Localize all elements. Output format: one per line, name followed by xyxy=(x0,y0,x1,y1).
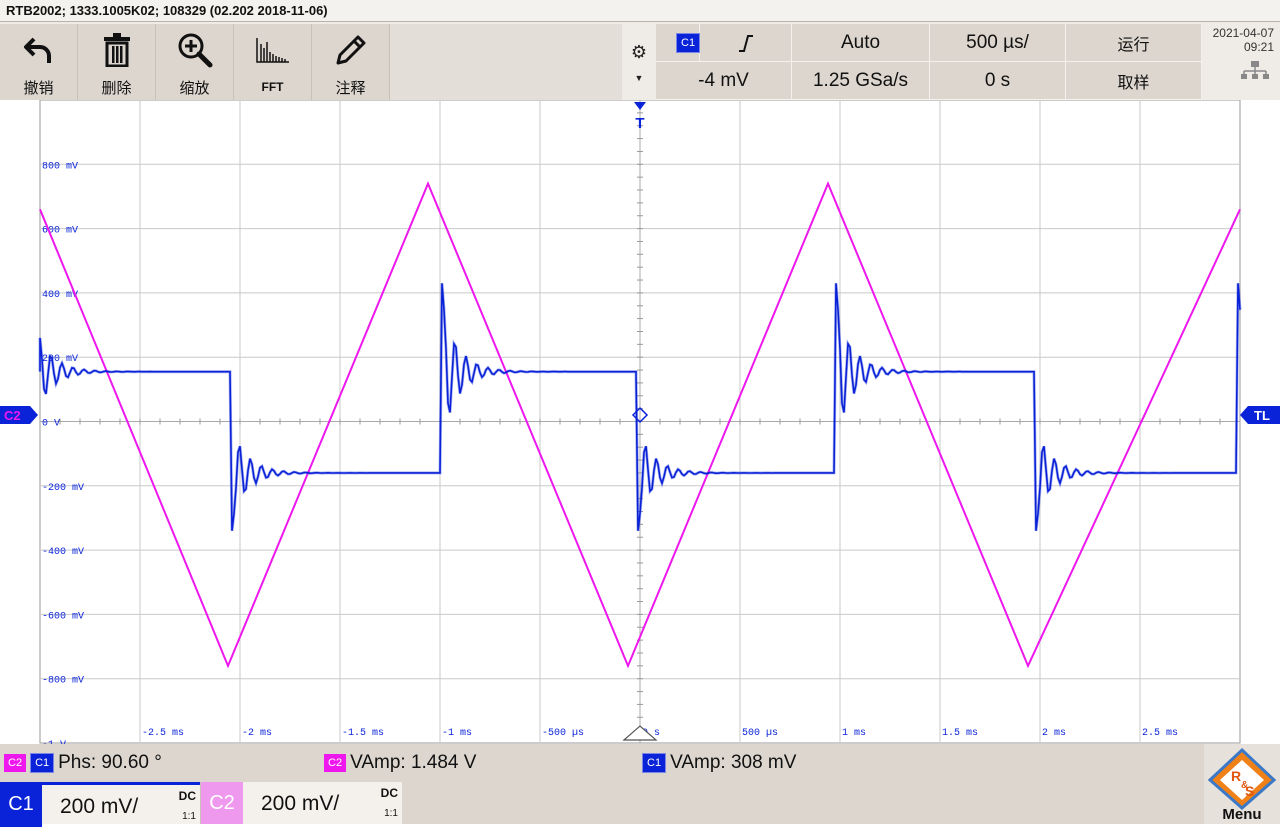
y-tick-label: -800 mV xyxy=(42,676,84,687)
chevron-down-icon: ▼ xyxy=(634,72,644,83)
meas-value: Phs: 90.60 ° xyxy=(58,752,162,773)
rising-edge-icon xyxy=(738,34,753,52)
y-tick-label: -200 mV xyxy=(42,483,84,494)
x-tick-label: -2 ms xyxy=(242,728,272,739)
channel-name: C2 xyxy=(201,782,243,824)
channel-coupling: DC xyxy=(178,789,196,803)
x-tick-label: -2.5 ms xyxy=(142,728,184,739)
meas-value: VAmp: 308 mV xyxy=(670,752,797,773)
y-tick-label: 0 V xyxy=(42,419,60,430)
channel-bar-empty xyxy=(402,782,1204,824)
x-tick-label: 500 µs xyxy=(742,728,778,739)
trigger-slope-cell[interactable] xyxy=(700,24,792,62)
svg-text:R: R xyxy=(1231,768,1241,784)
x-tick-label: 1.5 ms xyxy=(942,728,978,739)
meas-channel-badge: C1 xyxy=(642,753,667,773)
x-tick-label: -500 µs xyxy=(542,728,584,739)
delete-button[interactable]: 删除 xyxy=(78,24,156,100)
date-time: 2021-04-07 09:21 xyxy=(1202,24,1280,100)
svg-text:S: S xyxy=(1245,783,1254,799)
trigger-source-cell[interactable]: C1 xyxy=(656,24,701,62)
svg-text:T: T xyxy=(635,115,644,132)
toolbar-spacer xyxy=(390,24,622,100)
svg-text:TL: TL xyxy=(1254,408,1270,423)
y-tick-label: 400 mV xyxy=(42,290,78,301)
fft-button[interactable]: FFT xyxy=(234,24,312,100)
c1-vamp-measurement[interactable]: C1 VAmp: 308 mV xyxy=(642,752,796,774)
phase-measurement[interactable]: C2 C1 Phs: 90.60 ° xyxy=(4,752,162,774)
channel-bar: C1 200 mV/ DC 1:1 C2 200 mV/ DC 1:1 xyxy=(0,782,1280,827)
y-tick-label: 800 mV xyxy=(42,161,78,172)
trash-icon xyxy=(78,30,155,70)
trigger-mode[interactable]: Auto xyxy=(792,24,930,62)
y-tick-label: -400 mV xyxy=(42,547,84,558)
channel-c2-button[interactable]: C2 200 mV/ DC 1:1 xyxy=(200,782,402,824)
acquisition-mode[interactable]: 取样 xyxy=(1066,62,1202,100)
channel-offset-marker[interactable]: C2 xyxy=(0,406,38,424)
undo-label: 撤销 xyxy=(23,80,54,97)
timebase[interactable]: 500 µs/ xyxy=(930,24,1066,62)
zoom-label: 缩放 xyxy=(179,80,210,97)
trigger-level-marker[interactable]: TL xyxy=(1240,406,1280,424)
undo-button[interactable]: 撤销 xyxy=(0,24,78,100)
network-icon xyxy=(1241,61,1269,79)
x-tick-label: 1 ms xyxy=(842,728,866,739)
meas-channel-badge: C2 xyxy=(324,754,347,772)
zoom-icon xyxy=(156,30,233,70)
annotate-label: 注释 xyxy=(335,80,366,97)
undo-icon xyxy=(0,30,77,70)
meas-value: VAmp: 1.484 V xyxy=(350,752,477,773)
menu-label: Menu xyxy=(1222,806,1262,823)
svg-text:C2: C2 xyxy=(4,408,21,423)
delete-label: 删除 xyxy=(101,80,132,97)
date: 2021-04-07 xyxy=(1212,26,1274,40)
pencil-icon xyxy=(312,30,389,70)
rs-logo-icon: R & S xyxy=(1207,747,1277,810)
annotate-button[interactable]: 注释 xyxy=(312,24,390,100)
x-tick-label: -1.5 ms xyxy=(342,728,384,739)
run-stop-button[interactable]: 运行 xyxy=(1066,24,1202,62)
sample-rate: 1.25 GSa/s xyxy=(792,62,930,100)
measurement-bar: C2 C1 Phs: 90.60 ° C2 VAmp: 1.484 V C1 V… xyxy=(0,744,1280,782)
y-tick-label: 200 mV xyxy=(42,354,78,365)
zoom-button[interactable]: 缩放 xyxy=(156,24,234,100)
settings-button[interactable]: ⚙ ▼ xyxy=(622,24,656,100)
meas-channel-badge: C1 xyxy=(30,753,55,773)
fft-label: FFT xyxy=(261,80,284,94)
channel-coupling: DC xyxy=(380,786,398,800)
gear-icon: ⚙ xyxy=(630,41,648,62)
horizontal-position[interactable]: 0 s xyxy=(930,62,1066,100)
probe-ratio: 1:1 xyxy=(182,811,196,822)
x-tick-label: 2.5 ms xyxy=(1142,728,1178,739)
x-tick-label: 2 ms xyxy=(1042,728,1066,739)
x-tick-label: -1 ms xyxy=(442,728,472,739)
probe-ratio: 1:1 xyxy=(384,808,398,819)
window-title: RTB2002; 1333.1005K02; 108329 (02.202 20… xyxy=(0,0,1280,22)
trigger-channel-badge: C1 xyxy=(676,32,701,53)
time: 09:21 xyxy=(1243,40,1274,54)
channel-scale: 200 mV/ xyxy=(60,795,139,818)
channel-scale: 200 mV/ xyxy=(261,792,340,815)
trigger-level[interactable]: -4 mV xyxy=(656,62,792,100)
waveform-display[interactable]: 800 mV 600 mV 400 mV 200 mV 0 V -200 mV -400 m… xyxy=(0,99,1280,751)
meas-channel-badge: C2 xyxy=(4,754,27,772)
menu-button[interactable]: R & S Menu xyxy=(1204,744,1280,824)
y-tick-label: -600 mV xyxy=(42,611,84,622)
fft-icon xyxy=(234,30,311,70)
channel-c1-button[interactable]: C1 200 mV/ DC 1:1 xyxy=(0,782,200,827)
channel-name: C1 xyxy=(0,782,42,827)
c2-vamp-measurement[interactable]: C2 VAmp: 1.484 V xyxy=(324,752,476,774)
